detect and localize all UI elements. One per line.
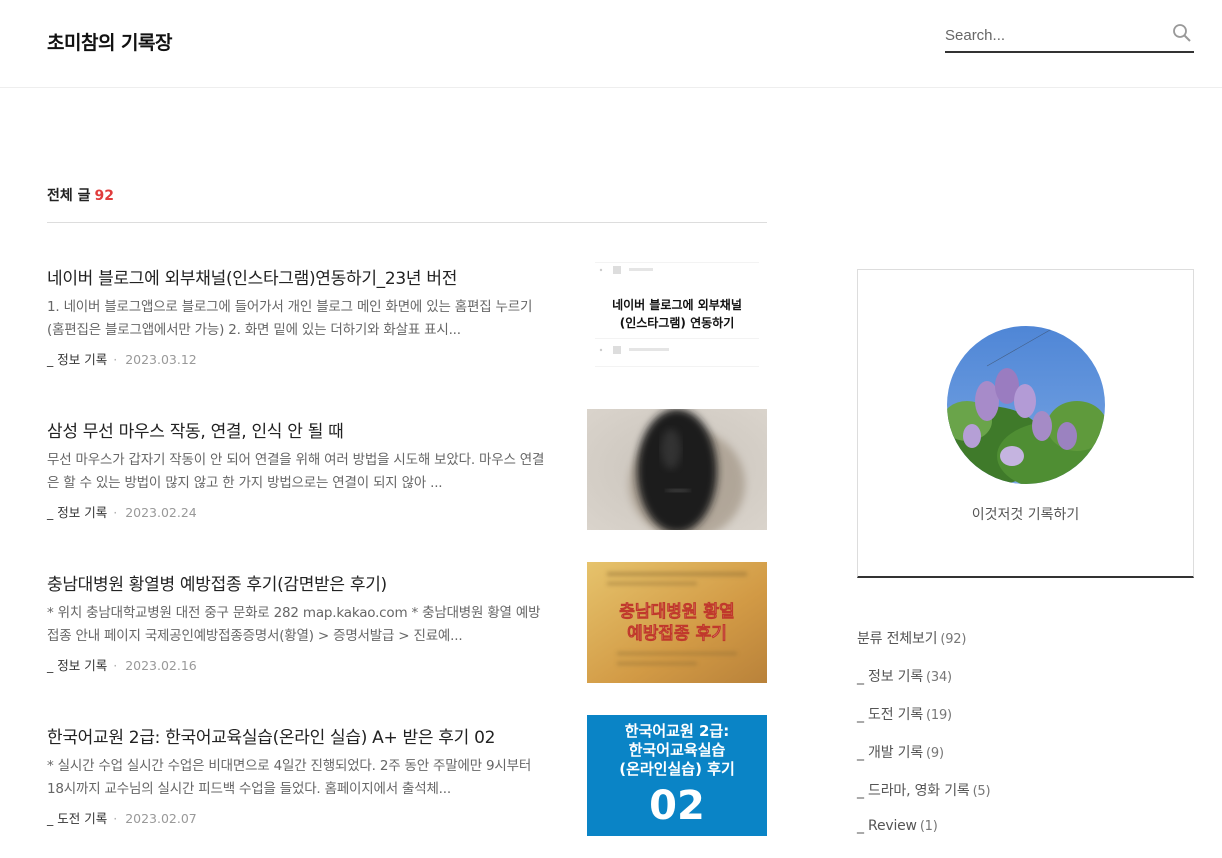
thumb-caption: (온라인실습) 후기 (619, 760, 735, 778)
post-count: 92 (94, 188, 114, 204)
post-excerpt: 무선 마우스가 갑자기 작동이 안 되어 연결을 위해 여러 방법을 시도해 보… (47, 452, 545, 491)
site-header: 초미참의 기록장 (0, 0, 1222, 88)
category-item-challenge[interactable]: _ 도전 기록 (19) (857, 704, 990, 742)
post-thumbnail[interactable]: 네이버 블로그에 외부채널 (인스타그램) 연동하기 (587, 256, 767, 377)
post-thumbnail[interactable]: 한국어교원 2급: 한국어교육실습 (온라인실습) 후기 02 (587, 715, 767, 836)
thumb-caption: 네이버 블로그에 외부채널 (612, 297, 742, 312)
meta-separator: · (113, 811, 118, 826)
category-label: _ 개발 기록 (857, 745, 924, 761)
category-label: _ 드라마, 영화 기록 (857, 783, 970, 799)
post-item: 네이버 블로그에 외부채널(인스타그램)연동하기_23년 버전 1. 네이버 블… (47, 256, 767, 386)
thumb-caption: 02 (649, 783, 705, 829)
profile-avatar[interactable] (947, 326, 1105, 484)
post-title[interactable]: 네이버 블로그에 외부채널(인스타그램)연동하기_23년 버전 (47, 264, 567, 289)
post-title[interactable]: 한국어교원 2급: 한국어교육실습(온라인 실습) A+ 받은 후기 02 (47, 723, 567, 748)
post-title[interactable]: 삼성 무선 마우스 작동, 연결, 인식 안 될 때 (47, 417, 567, 442)
post-excerpt: * 위치 충남대학교병원 대전 중구 문화로 282 map.kakao.com… (47, 605, 541, 644)
post-excerpt: 1. 네이버 블로그앱으로 블로그에 들어가서 개인 블로그 메인 화면에 있는… (47, 299, 533, 338)
category-item-drama[interactable]: _ 드라마, 영화 기록 (5) (857, 780, 991, 818)
category-item-dev[interactable]: _ 개발 기록 (9) (857, 742, 990, 780)
post-thumbnail[interactable]: 충남대병원 황열 예방접종 후기 (587, 562, 767, 683)
post-category[interactable]: _ 정보 기록 (47, 352, 107, 367)
category-item-all[interactable]: 분류 전체보기 (92) (857, 628, 990, 666)
blog-title[interactable]: 초미참의 기록장 (47, 28, 172, 55)
post-item: 삼성 무선 마우스 작동, 연결, 인식 안 될 때 무선 마우스가 갑자기 작… (47, 409, 767, 539)
category-count: (92) (940, 632, 967, 647)
thumb-caption: 한국어교원 2급: (625, 722, 729, 740)
category-label: _ Review (857, 818, 917, 834)
thumb-caption: 예방접종 후기 (627, 623, 727, 644)
post-title[interactable]: 충남대병원 황열병 예방접종 후기(감면받은 후기) (47, 570, 567, 595)
post-meta: _ 도전 기록 · 2023.02.07 (47, 808, 197, 827)
post-category[interactable]: _ 정보 기록 (47, 658, 107, 673)
thumb-caption: 충남대병원 황열 (619, 602, 734, 622)
category-count: (34) (926, 670, 952, 685)
meta-separator: · (113, 658, 118, 673)
category-count: (9) (926, 746, 944, 761)
thumb-caption: (인스타그램) 연동하기 (620, 315, 735, 330)
thumb-caption: 한국어교육실습 (629, 741, 726, 759)
post-date: 2023.02.24 (125, 505, 197, 520)
category-item-review[interactable]: _ Review (1) (857, 818, 990, 856)
category-label: 분류 전체보기 (857, 631, 938, 647)
search-box (945, 18, 1194, 53)
post-meta: _ 정보 기록 · 2023.02.24 (47, 502, 197, 521)
post-item: 한국어교원 2급: 한국어교육실습(온라인 실습) A+ 받은 후기 02 * … (47, 715, 767, 845)
post-thumbnail[interactable] (587, 409, 767, 530)
category-count: (1) (919, 819, 938, 834)
category-list: 분류 전체보기 (92) _ 정보 기록 (34) _ 도전 기록 (19) _ 개발… (857, 628, 991, 856)
search-input[interactable] (945, 22, 1160, 48)
post-excerpt: * 실시간 수업 실시간 수업은 비대면으로 4일간 진행되었다. 2주 동안 … (47, 758, 532, 797)
meta-separator: · (113, 352, 118, 367)
category-count: (5) (972, 784, 991, 799)
search-icon[interactable] (1172, 23, 1192, 43)
post-item: 충남대병원 황열병 예방접종 후기(감면받은 후기) * 위치 충남대학교병원 … (47, 562, 767, 692)
post-category[interactable]: _ 도전 기록 (47, 811, 107, 826)
category-label: _ 정보 기록 (857, 669, 924, 685)
post-list-label: 전체 글 (47, 188, 91, 204)
post-meta: _ 정보 기록 · 2023.03.12 (47, 349, 197, 368)
post-date: 2023.03.12 (125, 352, 197, 367)
category-item-info[interactable]: _ 정보 기록 (34) (857, 666, 990, 704)
post-category[interactable]: _ 정보 기록 (47, 505, 107, 520)
profile-description: 이것저것 기록하기 (971, 507, 1080, 523)
category-label: _ 도전 기록 (857, 707, 924, 723)
post-meta: _ 정보 기록 · 2023.02.16 (47, 655, 197, 674)
post-date: 2023.02.16 (125, 658, 197, 673)
profile-card: 이것저것 기록하기 (857, 269, 1194, 578)
meta-separator: · (113, 505, 118, 520)
category-count: (19) (926, 708, 952, 723)
post-date: 2023.02.07 (125, 811, 197, 826)
post-list-heading: 전체 글 92 (47, 185, 767, 223)
